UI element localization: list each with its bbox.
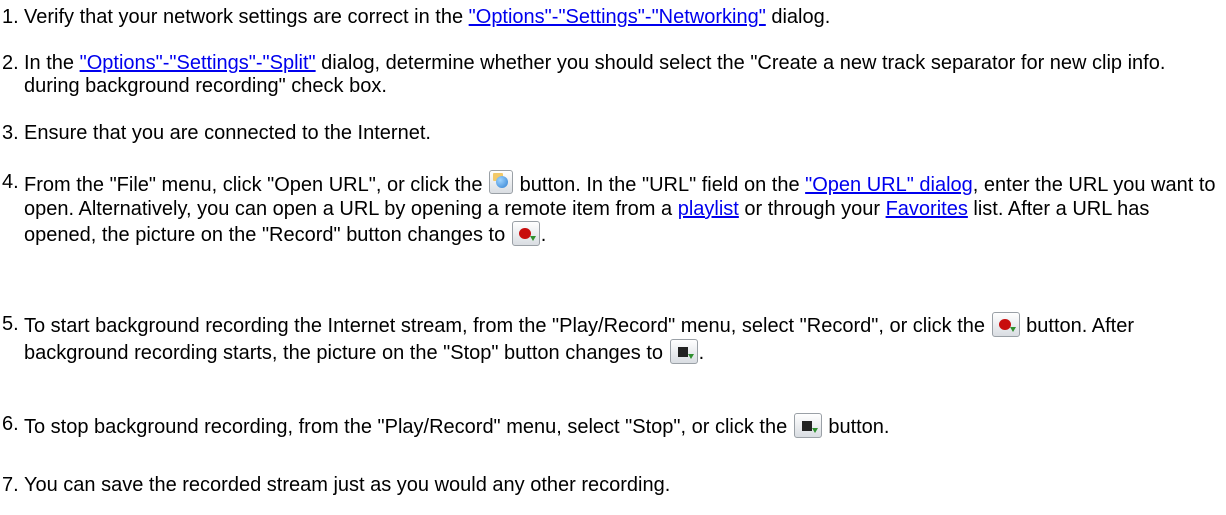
step-number: 7.: [2, 474, 19, 496]
list-item: 2. In the "Options"-"Settings"-"Split" d…: [0, 52, 1224, 98]
step-text: dialog.: [765, 6, 831, 28]
step-text: You can save the recorded stream just as…: [24, 474, 671, 496]
open-url-icon[interactable]: [489, 170, 514, 194]
step-text: .: [698, 342, 705, 364]
list-item: 1. Verify that your network settings are…: [0, 6, 1224, 29]
step-number: 3.: [2, 122, 19, 144]
step-text: Ensure that you are connected to the Int…: [24, 122, 431, 144]
step-text: In the: [24, 52, 80, 74]
stop-recording-icon: [669, 339, 698, 364]
open-url-dialog-link[interactable]: "Open URL" dialog: [805, 174, 973, 196]
step-number: 2.: [2, 52, 19, 74]
step-text: button. In the "URL" field on the: [514, 174, 806, 196]
favorites-link[interactable]: Favorites: [886, 198, 968, 220]
list-item: 5. To start background recording the Int…: [0, 312, 1224, 366]
step-text: button.: [822, 416, 890, 438]
record-icon: [511, 221, 540, 246]
split-settings-link[interactable]: "Options"-"Settings"-"Split": [80, 52, 316, 74]
list-item: 4. From the "File" menu, click "Open URL…: [0, 170, 1224, 247]
step-number: 4.: [2, 171, 19, 193]
step-text: From the "File" menu, click "Open URL", …: [24, 174, 489, 196]
list-item: 7. You can save the recorded stream just…: [0, 474, 1224, 497]
step-text: Verify that your network settings are co…: [24, 6, 469, 28]
playlist-link[interactable]: playlist: [678, 198, 739, 220]
step-text: or through your: [738, 198, 886, 220]
step-number: 6.: [2, 413, 19, 435]
stop-recording-icon[interactable]: [793, 413, 822, 438]
step-text: .: [540, 224, 547, 246]
step-number: 5.: [2, 313, 19, 335]
step-text: To start background recording the Intern…: [24, 315, 991, 337]
record-icon[interactable]: [991, 312, 1020, 337]
list-item: 3. Ensure that you are connected to the …: [0, 122, 1224, 145]
step-text: To stop background recording, from the "…: [24, 416, 793, 438]
list-item: 6. To stop background recording, from th…: [0, 413, 1224, 439]
step-number: 1.: [2, 6, 19, 28]
networking-settings-link[interactable]: "Options"-"Settings"-"Networking": [469, 6, 766, 28]
